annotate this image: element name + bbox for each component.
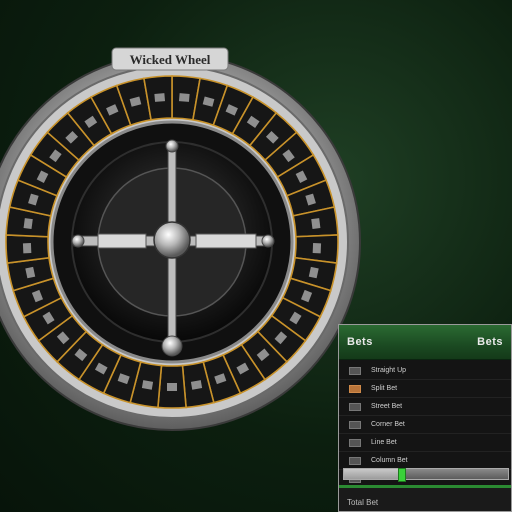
chip-icon [349, 456, 361, 465]
wheel-pocket-glyph [22, 242, 32, 254]
wheel-pocket-glyph [178, 93, 190, 102]
bet-panel-title-right: Bets [477, 336, 503, 348]
chip-icon [349, 438, 361, 447]
turret-spoke-right-ridge [195, 233, 257, 249]
bet-row-label: Split Bet [371, 385, 398, 392]
bet-row-label: Street Bet [371, 403, 403, 410]
wheel-pocket-glyph [312, 242, 322, 254]
bet-row-label: Line Bet [371, 439, 397, 446]
turret-spoke-left-ridge [97, 233, 147, 249]
wheel-pocket-glyph [167, 383, 177, 391]
chip-icon [349, 366, 361, 375]
wheel-pocket-glyph [311, 218, 321, 230]
wheel-pocket-glyph [23, 218, 33, 230]
bet-amount-slider-fill [344, 469, 402, 479]
turret-hub [153, 221, 191, 259]
bet-row[interactable]: Corner Bet [339, 416, 511, 434]
total-bet-label: Total Bet [347, 497, 379, 507]
bet-row[interactable]: Street Bet [339, 398, 511, 416]
wheel-pocket-glyph [190, 380, 203, 390]
chip-icon [349, 420, 361, 429]
bet-row-label: Straight Up [371, 367, 407, 374]
bet-panel-title-left: Bets [347, 336, 373, 348]
turret-top-knob [165, 139, 179, 153]
turret-bottom-knob [161, 335, 183, 357]
bet-row-label: Column Bet [371, 457, 408, 464]
chip-icon [349, 384, 361, 393]
turret-right-knob [261, 234, 275, 248]
turret-left-knob [71, 234, 85, 248]
bet-row[interactable]: Straight Up [339, 362, 511, 380]
bet-row-label: Corner Bet [371, 421, 405, 428]
bet-panel-footer: Total Bet [339, 485, 511, 511]
wheel-pocket-glyph [154, 93, 166, 102]
bet-panel-header: Bets Bets [339, 325, 511, 360]
bet-amount-slider[interactable] [343, 468, 509, 482]
bet-panel: Bets Bets Straight Up Split Bet Street B… [338, 324, 512, 512]
bet-amount-slider-handle[interactable] [398, 468, 407, 482]
chip-icon [349, 402, 361, 411]
bet-row[interactable]: Split Bet [339, 380, 511, 398]
wheel-pocket-glyph [141, 380, 154, 390]
bet-row[interactable]: Line Bet [339, 434, 511, 452]
wheel-title: Wicked Wheel [130, 52, 211, 67]
